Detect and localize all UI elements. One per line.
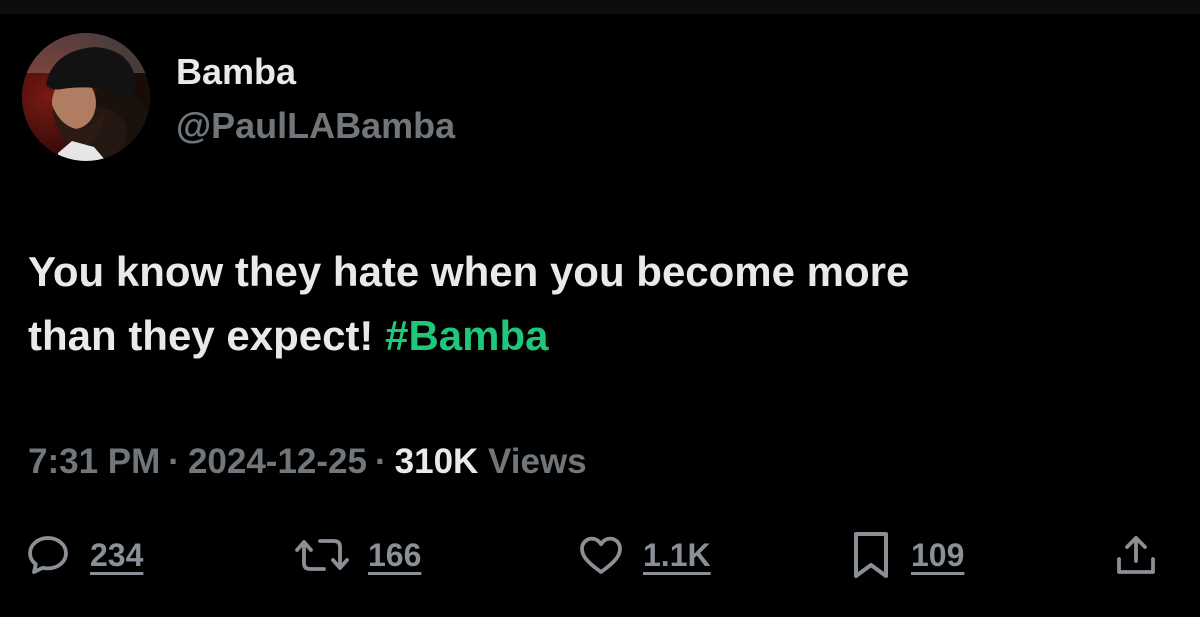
reply-count: 234 (90, 536, 144, 573)
tweet-text: You know they hate when you become more … (28, 240, 1178, 368)
top-strip (0, 0, 1200, 14)
repost-button[interactable]: 166 (294, 525, 421, 585)
tweet-text-line-2-text: than they expect! (28, 312, 374, 359)
tweet-time[interactable]: 7:31 PM (28, 442, 160, 481)
repost-arrows-icon (295, 539, 349, 571)
like-button[interactable]: 1.1K (577, 525, 711, 585)
speech-bubble-icon (28, 536, 68, 574)
bookmark-count: 109 (911, 536, 965, 573)
author-display-name[interactable]: Bamba (176, 50, 296, 94)
bookmark-button[interactable]: 109 (849, 525, 964, 585)
avatar[interactable] (22, 33, 150, 161)
bookmark-icon (854, 532, 888, 578)
like-count: 1.1K (643, 536, 711, 573)
tweet-date[interactable]: 2024-12-25 (188, 442, 367, 481)
heart-icon (580, 536, 622, 574)
repost-count: 166 (368, 536, 422, 573)
reply-button[interactable]: 234 (24, 525, 143, 585)
tweet-text-line-1: You know they hate when you become more (28, 248, 910, 295)
meta-separator: · (374, 442, 387, 481)
meta-separator: · (168, 442, 180, 481)
tweet-metadata: 7:31 PM · 2024-12-25 · 310K Views (28, 440, 587, 484)
tweet-text-line-2: than they expect! #Bamba (28, 304, 1178, 368)
views-label: Views (488, 442, 587, 481)
action-bar: 234 166 1.1K 109 (0, 525, 1200, 585)
share-upload-icon (1117, 536, 1155, 574)
hashtag-link[interactable]: #Bamba (385, 312, 548, 359)
author-handle[interactable]: @PaulLABamba (176, 104, 455, 148)
share-button[interactable] (1112, 525, 1160, 585)
avatar-photo (22, 33, 150, 161)
views-count: 310K (394, 442, 479, 481)
